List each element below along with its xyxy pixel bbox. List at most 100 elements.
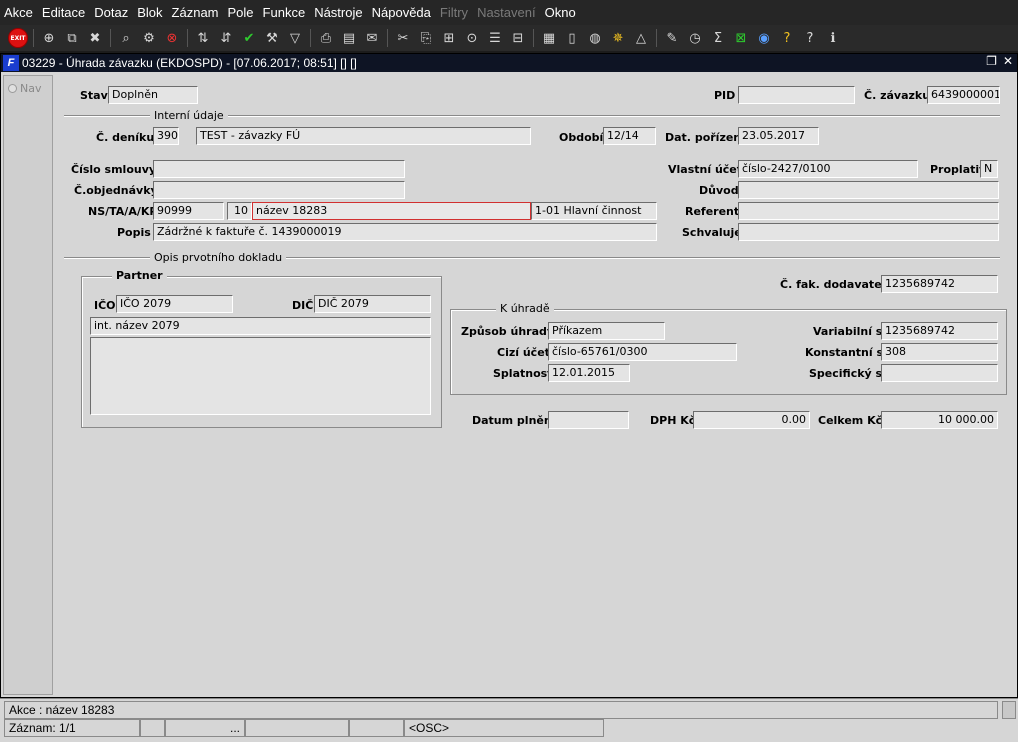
konst-field[interactable]: 308 bbox=[881, 343, 998, 361]
exit-icon[interactable]: EXIT bbox=[8, 28, 28, 48]
paste-icon[interactable]: ⎘ bbox=[416, 28, 436, 48]
info-icon[interactable]: ℹ bbox=[823, 28, 843, 48]
sum-icon[interactable]: Σ bbox=[708, 28, 728, 48]
duvod-field[interactable] bbox=[738, 181, 999, 199]
dph-field[interactable]: 0.00 bbox=[693, 411, 810, 429]
menu-blok[interactable]: Blok bbox=[137, 5, 162, 20]
triangle-icon[interactable]: △ bbox=[631, 28, 651, 48]
help-context-icon[interactable]: ? bbox=[777, 28, 797, 48]
sort-asc-icon[interactable]: ⇅ bbox=[193, 28, 213, 48]
datporiz-field[interactable]: 23.05.2017 bbox=[738, 127, 819, 145]
datplneni-field[interactable] bbox=[548, 411, 629, 429]
smlouvy-field[interactable] bbox=[153, 160, 405, 178]
edit-icon[interactable]: ✎ bbox=[662, 28, 682, 48]
stav-label: Stav bbox=[80, 89, 108, 102]
proplatit-field[interactable]: N bbox=[980, 160, 998, 178]
varsym-label: Variabilní s. bbox=[813, 325, 887, 338]
obdobi-field[interactable]: 12/14 bbox=[603, 127, 656, 145]
denik-field[interactable]: 390 bbox=[153, 127, 179, 145]
status-record: Záznam: 1/1 bbox=[4, 719, 140, 737]
menu-nastroje[interactable]: Nástroje bbox=[314, 5, 362, 20]
fakdod-label: Č. fak. dodavatele bbox=[780, 278, 893, 291]
spec-field[interactable] bbox=[881, 364, 998, 382]
document-icon[interactable]: ▯ bbox=[562, 28, 582, 48]
denik-name-field[interactable]: TEST - závazky FÚ bbox=[196, 127, 531, 145]
radio-icon bbox=[8, 84, 17, 93]
zavazku-field[interactable]: 6439000001 bbox=[927, 86, 1000, 104]
insert-record-icon[interactable]: ⊕ bbox=[39, 28, 59, 48]
menu-editace[interactable]: Editace bbox=[42, 5, 85, 20]
partner-address-field[interactable] bbox=[90, 337, 431, 415]
celkem-field[interactable]: 10 000.00 bbox=[881, 411, 998, 429]
popis-field[interactable]: Zádržné k faktuře č. 1439000019 bbox=[153, 223, 657, 241]
zavazku-label: Č. závazku bbox=[864, 89, 931, 102]
menu-akce[interactable]: Akce bbox=[4, 5, 33, 20]
ico-label: IČO bbox=[94, 299, 116, 312]
delete-record-icon[interactable]: ✖ bbox=[85, 28, 105, 48]
menu-zaznam[interactable]: Záznam bbox=[172, 5, 219, 20]
varsym-field[interactable]: 1235689742 bbox=[881, 322, 998, 340]
menu-okno[interactable]: Okno bbox=[545, 5, 576, 20]
clock-icon[interactable]: ◷ bbox=[685, 28, 705, 48]
toolbar-separator bbox=[187, 29, 188, 47]
status-scrollbar[interactable] bbox=[1002, 701, 1016, 719]
list-icon[interactable]: ☰ bbox=[485, 28, 505, 48]
nav-item[interactable]: Nav bbox=[8, 82, 41, 95]
ta-field[interactable]: 10 bbox=[227, 202, 252, 220]
app-logo-icon: F bbox=[3, 55, 19, 71]
internet-icon[interactable]: ◉ bbox=[754, 28, 774, 48]
restore-icon[interactable]: ❐ bbox=[986, 54, 997, 68]
menu-funkce[interactable]: Funkce bbox=[263, 5, 306, 20]
print-icon[interactable]: ⎙ bbox=[316, 28, 336, 48]
status-cell bbox=[245, 719, 349, 737]
menu-dotaz[interactable]: Dotaz bbox=[94, 5, 128, 20]
ns-field[interactable]: 90999 bbox=[153, 202, 224, 220]
zpusob-field[interactable]: Příkazem bbox=[548, 322, 665, 340]
menu-pole[interactable]: Pole bbox=[228, 5, 254, 20]
fakdod-field[interactable]: 1235689742 bbox=[881, 275, 998, 293]
dic-field[interactable]: DIČ 2079 bbox=[314, 295, 431, 313]
toolbar-separator bbox=[533, 29, 534, 47]
cizi-field[interactable]: číslo-65761/0300 bbox=[548, 343, 737, 361]
pid-label: PID bbox=[714, 89, 736, 102]
splat-field[interactable]: 12.01.2015 bbox=[548, 364, 630, 382]
vlucet-field[interactable]: číslo-2427/0100 bbox=[738, 160, 918, 178]
excel-icon[interactable]: ⊠ bbox=[731, 28, 751, 48]
stav-field[interactable]: Doplněn bbox=[108, 86, 198, 104]
schvaluje-field[interactable] bbox=[738, 223, 999, 241]
filter-icon[interactable]: ▽ bbox=[285, 28, 305, 48]
tree-icon[interactable]: ⊞ bbox=[439, 28, 459, 48]
query-icon[interactable]: ⌕ bbox=[116, 28, 136, 48]
menu-filtry[interactable]: Filtry bbox=[440, 5, 468, 20]
find-icon[interactable]: ⊙ bbox=[462, 28, 482, 48]
print-preview-icon[interactable]: ▤ bbox=[339, 28, 359, 48]
execute-query-icon[interactable]: ⚙ bbox=[139, 28, 159, 48]
copy-record-icon[interactable]: ⧉ bbox=[62, 28, 82, 48]
objednavky-field[interactable] bbox=[153, 181, 405, 199]
status-osc: <OSC> bbox=[404, 719, 604, 737]
ico-field[interactable]: IČO 2079 bbox=[116, 295, 233, 313]
proplatit-label: Proplatit bbox=[930, 163, 985, 176]
columns-icon[interactable]: ⊟ bbox=[508, 28, 528, 48]
pid-field[interactable] bbox=[738, 86, 855, 104]
help-icon[interactable]: ? bbox=[800, 28, 820, 48]
wrench-icon[interactable]: ⚒ bbox=[262, 28, 282, 48]
cut-icon[interactable]: ✂ bbox=[393, 28, 413, 48]
mail-icon[interactable]: ✉ bbox=[362, 28, 382, 48]
close-icon[interactable]: ✕ bbox=[1003, 54, 1013, 68]
menu-napoveda[interactable]: Nápověda bbox=[372, 5, 431, 20]
menu-nastaveni[interactable]: Nastavení bbox=[477, 5, 536, 20]
a-field[interactable]: název 18283 bbox=[252, 202, 531, 220]
denik-label: Č. deníku bbox=[96, 131, 155, 144]
globe-icon[interactable]: ◍ bbox=[585, 28, 605, 48]
calculator-icon[interactable]: ▦ bbox=[539, 28, 559, 48]
window-titlebar: F 03229 - Úhrada závazku (EKDOSPD) - [07… bbox=[1, 54, 1017, 72]
kuhrade-header: K úhradě bbox=[496, 302, 554, 315]
sort-desc-icon[interactable]: ⇵ bbox=[216, 28, 236, 48]
referent-field[interactable] bbox=[738, 202, 999, 220]
ship-wheel-icon[interactable]: ✵ bbox=[608, 28, 628, 48]
kp-field[interactable]: 1-01 Hlavní činnost bbox=[531, 202, 657, 220]
partner-name-field[interactable]: int. název 2079 bbox=[90, 317, 431, 335]
cancel-query-icon[interactable]: ⊗ bbox=[162, 28, 182, 48]
check-icon[interactable]: ✔ bbox=[239, 28, 259, 48]
